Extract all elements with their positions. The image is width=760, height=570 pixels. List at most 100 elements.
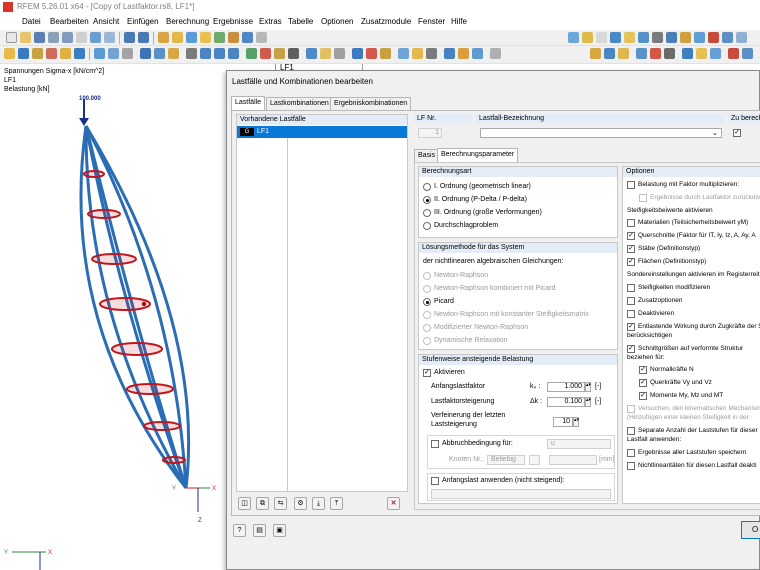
option-checkbox[interactable] [627, 181, 635, 189]
ok-button[interactable]: O [741, 521, 760, 539]
values-icon[interactable] [596, 32, 607, 43]
view-z-icon[interactable] [228, 48, 239, 59]
render-icon[interactable] [736, 32, 747, 43]
print-icon[interactable] [48, 32, 59, 43]
display-11-icon[interactable] [728, 48, 739, 59]
select-icon[interactable] [108, 48, 119, 59]
option-checkbox[interactable] [627, 297, 635, 305]
menu-extras[interactable]: Extras [259, 17, 282, 26]
section-icon[interactable] [666, 32, 677, 43]
option-checkbox[interactable] [627, 462, 635, 470]
menu-einfuegen[interactable]: Einfügen [127, 17, 159, 26]
member-icon[interactable] [46, 48, 57, 59]
navigator-icon[interactable] [398, 48, 409, 59]
option-checkbox[interactable] [627, 219, 635, 227]
display-2-icon[interactable] [590, 48, 601, 59]
menu-ansicht[interactable]: Ansicht [93, 17, 119, 26]
option-checkbox[interactable]: ✓ [627, 323, 635, 331]
solid-icon[interactable] [74, 48, 85, 59]
load-combo-icon[interactable] [214, 32, 225, 43]
info-icon[interactable] [366, 48, 377, 59]
new-file-icon[interactable] [6, 32, 17, 43]
subtab-basis[interactable]: Basis [414, 149, 440, 162]
legend-icon[interactable] [458, 48, 469, 59]
table-icon[interactable] [228, 32, 239, 43]
graphic-workspace[interactable]: Spannungen Sigma-x [kN/cm^2] LF1 Belastu… [0, 64, 226, 570]
structure-model[interactable]: Y X Z Y X [0, 64, 226, 570]
dimension-icon[interactable] [260, 48, 271, 59]
settings-icon[interactable] [426, 48, 437, 59]
radio-picard[interactable] [423, 298, 431, 306]
radio-third-order[interactable] [423, 209, 431, 217]
radio-snap-through[interactable] [423, 222, 431, 230]
zoom-icon[interactable] [140, 48, 151, 59]
subtab-berechnungsparameter[interactable]: Berechnungsparameter [437, 148, 519, 162]
initial-factor-spinner[interactable]: ▴▾ [585, 382, 591, 392]
menu-optionen[interactable]: Optionen [321, 17, 353, 26]
print-graphic-icon[interactable] [62, 32, 73, 43]
save-icon[interactable] [34, 32, 45, 43]
lf-name-combo[interactable] [480, 128, 722, 138]
undo-icon[interactable] [124, 32, 135, 43]
option-checkbox[interactable] [627, 284, 635, 292]
show-results-icon[interactable] [568, 32, 579, 43]
renumber-button[interactable]: ⇆ [274, 497, 287, 510]
display-icon[interactable] [256, 32, 267, 43]
grid-icon[interactable] [722, 32, 733, 43]
deformation-icon[interactable] [582, 32, 593, 43]
view-x-icon[interactable] [200, 48, 211, 59]
load-case-icon[interactable] [200, 32, 211, 43]
new-load-case-button[interactable]: ◫ [238, 497, 251, 510]
display-5-icon[interactable] [636, 48, 647, 59]
zoom-all-icon[interactable] [154, 48, 165, 59]
tab-lastkombinationen[interactable]: Lastkombinationen [266, 97, 333, 110]
option-checkbox[interactable] [627, 449, 635, 457]
model-icon[interactable] [90, 32, 101, 43]
visibility-icon[interactable] [320, 48, 331, 59]
view-y-icon[interactable] [214, 48, 225, 59]
menu-berechnung[interactable]: Berechnung [166, 17, 209, 26]
arrow-icon[interactable] [94, 48, 105, 59]
menu-zusatzmodule[interactable]: Zusatzmodule [361, 17, 411, 26]
redo-icon[interactable] [138, 32, 149, 43]
line-icon[interactable] [32, 48, 43, 59]
calculate-checkbox[interactable]: ✓ [733, 129, 741, 137]
radio-modified-nr[interactable] [423, 324, 431, 332]
radio-newton-raphson[interactable] [423, 272, 431, 280]
display-8-icon[interactable] [682, 48, 693, 59]
menu-hilfe[interactable]: Hilfe [451, 17, 467, 26]
factor-increment-field[interactable]: 0.100 [547, 397, 585, 407]
measure-icon[interactable] [288, 48, 299, 59]
menu-fenster[interactable]: Fenster [418, 17, 445, 26]
help-icon[interactable] [490, 48, 501, 59]
node-number-combo[interactable]: Beliebig [487, 455, 525, 465]
option-checkbox[interactable] [627, 310, 635, 318]
option-checkbox[interactable]: ✓ [627, 232, 635, 240]
panel-icon[interactable] [638, 32, 649, 43]
animation-icon[interactable] [624, 32, 635, 43]
menu-ergebnisse[interactable]: Ergebnisse [213, 17, 253, 26]
guide-icon[interactable] [306, 48, 317, 59]
menu-bearbeiten[interactable]: Bearbeiten [50, 17, 89, 26]
result-beam-icon[interactable] [680, 32, 691, 43]
display-3-icon[interactable] [604, 48, 615, 59]
option-checkbox[interactable] [639, 194, 647, 202]
option-checkbox[interactable] [627, 427, 635, 435]
initial-load-checkbox[interactable] [431, 477, 439, 485]
pick-node-icon[interactable] [529, 455, 540, 465]
radio-dynamic-relaxation[interactable] [423, 337, 431, 345]
comment-icon[interactable] [274, 48, 285, 59]
generate-button[interactable]: ⚙ [294, 497, 307, 510]
break-condition-combo[interactable]: u [547, 439, 611, 449]
menu-datei[interactable]: Datei [22, 17, 41, 26]
option-checkbox[interactable] [627, 405, 635, 413]
display-12-icon[interactable] [742, 48, 753, 59]
iso-view-icon[interactable] [246, 48, 257, 59]
window-icon[interactable] [472, 48, 483, 59]
panel-2-icon[interactable] [380, 48, 391, 59]
option-checkbox[interactable]: ✓ [639, 379, 647, 387]
activate-checkbox[interactable]: ✓ [423, 369, 431, 377]
display-9-icon[interactable] [696, 48, 707, 59]
clipboard-icon[interactable] [104, 32, 115, 43]
radio-nr-constant[interactable] [423, 311, 431, 319]
